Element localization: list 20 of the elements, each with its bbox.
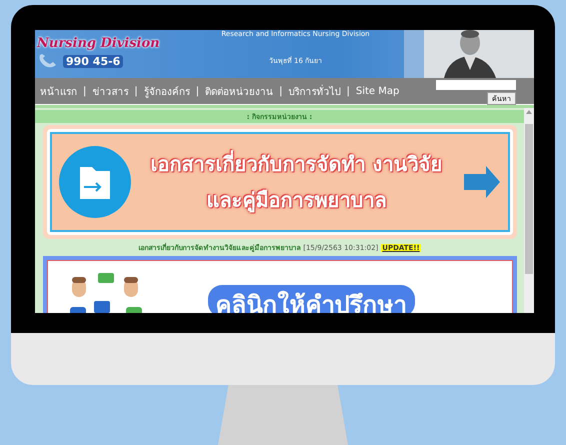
phone-number: 990 45-6: [63, 54, 124, 68]
banner-text: เอกสารเกี่ยวกับการจัดทำ งานวิจัย: [150, 149, 442, 178]
nav-link[interactable]: รู้จักองค์กร: [144, 84, 190, 98]
scrollbar[interactable]: [524, 108, 534, 313]
folder-icon: [58, 145, 132, 219]
search-field[interactable]: [436, 80, 516, 90]
logo-text: Nursing Division: [37, 36, 161, 51]
separator: |: [279, 86, 282, 96]
banner-text: และคู่มือการพยาบาล: [206, 187, 386, 214]
separator: |: [346, 86, 350, 96]
nav-link[interactable]: Site Map: [356, 86, 400, 96]
phone-icon: [37, 53, 59, 69]
nav-link[interactable]: ข่าวสาร: [92, 84, 128, 98]
nav-link[interactable]: หน้าแรก: [40, 84, 77, 98]
separator: |: [83, 86, 86, 96]
separator: |: [134, 86, 138, 96]
arrow-icon: [462, 164, 502, 200]
separator: |: [196, 86, 200, 96]
nav-link[interactable]: บริการทั่วไป: [288, 84, 340, 98]
nav-link[interactable]: ติดต่อหน่วยงาน: [205, 84, 274, 98]
